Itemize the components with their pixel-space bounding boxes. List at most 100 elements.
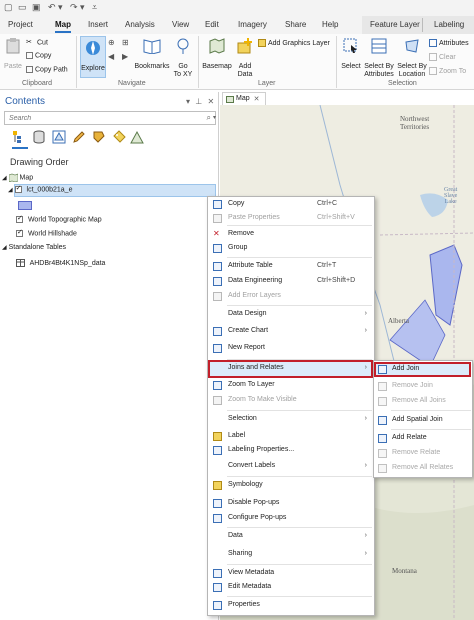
zoom-full-extent-icon[interactable]: ⊕ (108, 38, 115, 47)
add-graphics-layer-button[interactable]: Add Graphics Layer (258, 39, 330, 47)
paste-button[interactable]: Paste (3, 38, 23, 71)
search-dropdown-icon[interactable]: ▾ (213, 114, 216, 121)
pin-icon[interactable]: ⊥ (195, 97, 202, 106)
submenu-item-remove-all-relates[interactable]: Remove All Relates (373, 462, 471, 476)
zoom-to-button[interactable]: Zoom To (429, 67, 466, 75)
menu-item-zoom-to-make-visible[interactable]: Zoom To Make Visible (207, 394, 373, 408)
fixed-zoom-icon[interactable]: ⊞ (122, 38, 129, 47)
tab-edit[interactable]: Edit (205, 20, 219, 29)
bookmarks-button[interactable]: Bookmarks (134, 38, 170, 71)
menu-item-disable-pop-ups[interactable]: Disable Pop-ups (207, 497, 373, 511)
menu-item-edit-metadata[interactable]: Edit Metadata (207, 581, 373, 595)
close-icon[interactable]: ✕ (254, 96, 260, 103)
layer-visibility-checkbox[interactable] (14, 184, 22, 193)
menu-item-sharing[interactable]: Sharing › (207, 548, 373, 562)
list-by-selection-icon[interactable] (52, 130, 66, 144)
menu-item-data-engineering[interactable]: Data Engineering Ctrl+Shift+D (207, 275, 373, 289)
map-view-tab[interactable]: Map ✕ (222, 92, 266, 105)
menu-item-data-design[interactable]: Data Design › (207, 308, 373, 322)
menu-item-attribute-table[interactable]: Attribute Table Ctrl+T (207, 260, 373, 274)
menu-item-paste-properties[interactable]: Paste Properties Ctrl+Shift+V (207, 212, 373, 226)
menu-item-remove[interactable]: ✕ Remove (207, 228, 373, 242)
attributes-button[interactable]: Attributes (429, 39, 469, 47)
tab-view[interactable]: View (172, 20, 189, 29)
collapse-arrow-icon[interactable]: ◢ (8, 187, 13, 193)
layer-node[interactable]: ◢ lct_000b21a_e (8, 184, 72, 193)
customize-toolbar-icon[interactable]: ⩡ (92, 2, 97, 13)
submenu-item-add-relate[interactable]: Add Relate (373, 432, 471, 446)
tab-insert[interactable]: Insert (88, 20, 108, 29)
world-topo-node[interactable]: World Topographic Map (16, 214, 102, 223)
menu-item-copy[interactable]: Copy Ctrl+C (207, 198, 373, 212)
basemap-button[interactable]: Basemap (202, 38, 232, 71)
redo-icon[interactable]: ↷ (70, 2, 78, 13)
menu-item-labeling-properties[interactable]: Labeling Properties... (207, 444, 373, 458)
submenu-item-add-join[interactable]: Add Join (373, 363, 471, 377)
tab-help[interactable]: Help (322, 20, 338, 29)
menu-item-new-report[interactable]: New Report (207, 342, 373, 356)
list-by-perspective-icon[interactable] (130, 130, 144, 144)
list-by-editing-icon[interactable] (72, 130, 86, 144)
menu-item-symbology[interactable]: Symbology (207, 479, 373, 493)
copy-path-button[interactable]: Copy Path (26, 66, 68, 73)
tab-feature-layer[interactable]: Feature Layer (370, 20, 420, 29)
tab-share[interactable]: Share (285, 20, 306, 29)
submenu-item-add-spatial-join[interactable]: Add Spatial Join (373, 414, 471, 428)
tab-analysis[interactable]: Analysis (125, 20, 155, 29)
tab-labeling[interactable]: Labeling (434, 20, 464, 29)
submenu-item-remove-join[interactable]: Remove Join (373, 380, 471, 394)
select-by-location-button[interactable]: Select By Location (396, 38, 428, 79)
list-by-data-source-icon[interactable] (32, 130, 46, 144)
explore-button[interactable]: Explore (80, 36, 106, 78)
menu-item-convert-labels[interactable]: Convert Labels › (207, 460, 373, 474)
world-topo-checkbox[interactable] (16, 214, 23, 223)
tab-map[interactable]: Map (55, 20, 71, 33)
collapse-arrow-icon[interactable]: ◢ (2, 245, 7, 251)
menu-item-add-error-layers[interactable]: Add Error Layers (207, 290, 373, 304)
redo-dropdown-icon[interactable]: ▾ (80, 2, 85, 13)
world-hillshade-checkbox[interactable] (16, 228, 23, 237)
menu-item-label: Selection (228, 415, 257, 422)
next-extent-icon[interactable]: ▶ (122, 52, 128, 61)
menu-item-data[interactable]: Data › (207, 530, 373, 544)
undo-icon[interactable]: ↶ (48, 2, 56, 13)
select-button[interactable]: Select (340, 38, 362, 71)
menu-item-create-chart[interactable]: Create Chart › (207, 325, 373, 339)
menu-item-zoom-to-layer[interactable]: Zoom To Layer (207, 379, 373, 393)
copy-button[interactable]: Copy (26, 52, 51, 59)
menu-item-group[interactable]: Group (207, 242, 373, 256)
submenu-item-remove-relate[interactable]: Remove Relate (373, 447, 471, 461)
collapse-arrow-icon[interactable]: ◢ (2, 175, 7, 181)
close-icon[interactable]: ✕ (207, 97, 214, 106)
menu-item-selection[interactable]: Selection › (207, 413, 373, 427)
undo-dropdown-icon[interactable]: ▾ (58, 2, 63, 13)
menu-item-joins-and-relates[interactable]: Joins and Relates › (207, 362, 373, 376)
layer-symbol-swatch[interactable] (18, 201, 32, 210)
list-by-labeling-icon[interactable] (112, 130, 126, 144)
select-by-attributes-button[interactable]: Select By Attributes (362, 38, 396, 79)
search-icon[interactable]: ⌕ (207, 113, 211, 123)
new-project-icon[interactable]: ▢ (4, 2, 13, 13)
previous-extent-icon[interactable]: ◀ (108, 52, 114, 61)
menu-item-label[interactable]: Label (207, 430, 373, 444)
go-to-xy-button[interactable]: Go To XY (172, 38, 194, 79)
cut-button[interactable]: ✂ Cut (26, 38, 48, 47)
pane-options-icon[interactable]: ▾ (186, 97, 190, 106)
list-by-drawing-order-icon[interactable] (12, 130, 26, 144)
menu-item-view-metadata[interactable]: View Metadata (207, 567, 373, 581)
menu-item-configure-pop-ups[interactable]: Configure Pop-ups (207, 512, 373, 526)
map-node[interactable]: ◢ Map (2, 173, 33, 183)
open-project-icon[interactable]: ▭ (18, 2, 27, 13)
contents-search-input[interactable] (5, 112, 195, 124)
submenu-item-remove-all-joins[interactable]: Remove All Joins (373, 395, 471, 409)
tab-project[interactable]: Project (8, 20, 33, 29)
save-icon[interactable]: ▣ (32, 2, 41, 13)
tab-imagery[interactable]: Imagery (238, 20, 267, 29)
clear-button[interactable]: Clear (429, 53, 456, 61)
list-by-snapping-icon[interactable] (92, 130, 106, 144)
menu-item-properties[interactable]: Properties (207, 599, 373, 613)
standalone-tables-node[interactable]: ◢ Standalone Tables (2, 244, 66, 251)
world-hillshade-node[interactable]: World Hillshade (16, 228, 77, 237)
table-node[interactable]: AHDBr4Bt4K1NSp_data (16, 259, 105, 267)
add-data-button[interactable]: Add Data (234, 38, 256, 79)
